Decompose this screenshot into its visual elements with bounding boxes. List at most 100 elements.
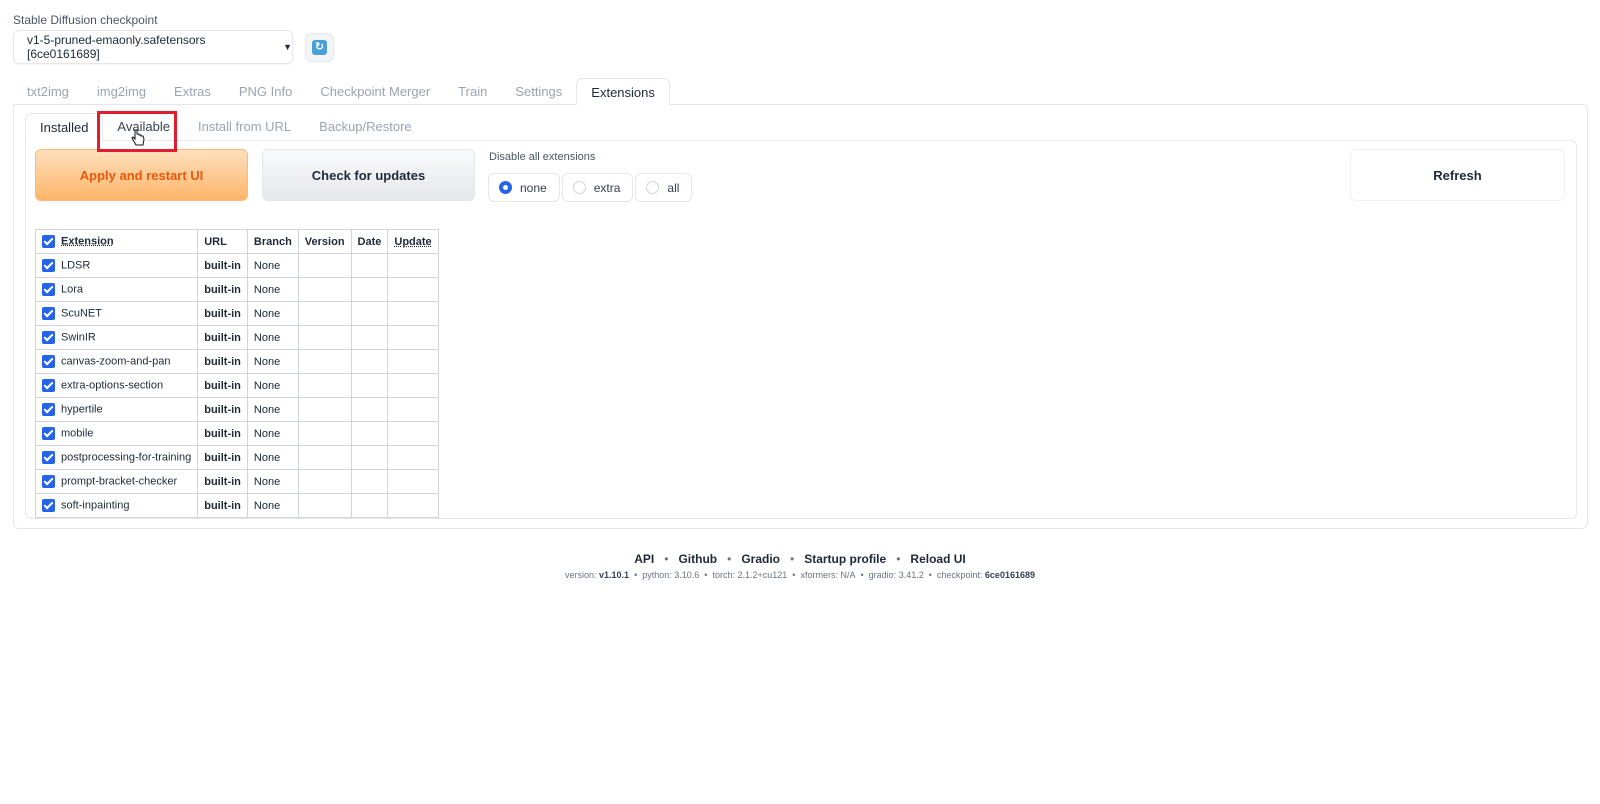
footer-separator: •	[664, 552, 669, 566]
footer-link-startup-profile[interactable]: Startup profile	[804, 552, 886, 566]
table-body: LDSR built-in None Lora built-in None ScuNET bu…	[34, 253, 439, 518]
footer-separator: •	[896, 552, 901, 566]
version-value: 6ce0161689	[984, 570, 1035, 580]
apply-restart-button[interactable]: Apply and restart UI	[35, 149, 248, 201]
extension-checkbox[interactable]	[42, 499, 55, 512]
date-cell	[350, 277, 389, 302]
extension-checkbox[interactable]	[42, 451, 55, 464]
header-label: Extension	[61, 235, 114, 248]
checkpoint-dropdown[interactable]: v1-5-pruned-emaonly.safetensors [6ce0161…	[13, 30, 293, 64]
version-cell	[297, 469, 352, 494]
tab-settings[interactable]: Settings	[501, 78, 576, 105]
extension-checkbox[interactable]	[42, 355, 55, 368]
table-row: LDSR built-in None	[34, 253, 439, 278]
url-cell: built-in	[197, 277, 248, 302]
table-row: prompt-bracket-checker built-in None	[34, 469, 439, 494]
extension-checkbox[interactable]	[42, 283, 55, 296]
tab-png-info[interactable]: PNG Info	[225, 78, 306, 105]
check-updates-button[interactable]: Check for updates	[262, 149, 475, 201]
extension-checkbox[interactable]	[42, 307, 55, 320]
url-cell: built-in	[197, 349, 248, 374]
extension-name: postprocessing-for-training	[61, 451, 192, 464]
extension-name: hypertile	[61, 403, 103, 416]
url-cell: built-in	[197, 469, 248, 494]
url-cell: built-in	[197, 445, 248, 470]
footer-link-api[interactable]: API	[634, 552, 654, 566]
extension-checkbox[interactable]	[42, 403, 55, 416]
refresh-checkpoint-button[interactable]: ↻	[305, 33, 334, 62]
tab-extensions[interactable]: Extensions	[576, 78, 670, 105]
version-cell	[297, 493, 352, 518]
extension-cell: mobile	[34, 421, 199, 446]
tab-img2img[interactable]: img2img	[83, 78, 160, 105]
select-all-checkbox[interactable]	[42, 235, 55, 248]
version-cell	[297, 421, 352, 446]
tab-train[interactable]: Train	[444, 78, 501, 105]
extensions-table: Extension URL Branch Version Date Update LDSR…	[34, 229, 439, 518]
url-cell: built-in	[197, 301, 248, 326]
table-row: hypertile built-in None	[34, 397, 439, 422]
radio-dot-icon	[572, 181, 586, 194]
footer-links: API • Github • Gradio • Startup profile • Reload…	[0, 552, 1600, 566]
extension-name: soft-inpainting	[61, 499, 130, 512]
version-label: python:	[642, 570, 672, 580]
update-cell	[387, 397, 439, 422]
header-version: Version	[297, 229, 352, 254]
version-label: version:	[565, 570, 597, 580]
version-cell	[297, 373, 352, 398]
extension-checkbox[interactable]	[42, 475, 55, 488]
version-value: v1.10.1	[599, 570, 630, 580]
footer-separator: •	[792, 570, 796, 580]
radio-all[interactable]: all	[635, 173, 693, 202]
footer-separator: •	[928, 570, 932, 580]
radio-none[interactable]: none	[488, 173, 560, 202]
refresh-button[interactable]: Refresh	[1350, 149, 1565, 201]
header-date: Date	[350, 229, 389, 254]
version-cell	[297, 349, 352, 374]
radio-extra[interactable]: extra	[561, 173, 634, 202]
branch-cell: None	[246, 445, 299, 470]
date-cell	[350, 421, 389, 446]
footer-link-reload-ui[interactable]: Reload UI	[910, 552, 965, 566]
subtab-installed[interactable]: Installed	[25, 113, 104, 142]
version-cell	[297, 277, 352, 302]
extension-checkbox[interactable]	[42, 259, 55, 272]
tab-extras[interactable]: Extras	[160, 78, 225, 105]
header-extension[interactable]: Extension	[34, 229, 199, 254]
tab-checkpoint-merger[interactable]: Checkpoint Merger	[306, 78, 444, 105]
disable-extensions-radio-group: none extra all	[488, 173, 693, 202]
footer-link-gradio[interactable]: Gradio	[741, 552, 780, 566]
table-row: extra-options-section built-in None	[34, 373, 439, 398]
update-cell	[387, 301, 439, 326]
extension-cell: extra-options-section	[34, 373, 199, 398]
caret-down-icon: ▼	[283, 42, 292, 52]
header-update[interactable]: Update	[387, 229, 439, 254]
url-cell: built-in	[197, 325, 248, 350]
tab-txt2img[interactable]: txt2img	[13, 78, 83, 105]
branch-cell: None	[246, 277, 299, 302]
subtab-backup-restore[interactable]: Backup/Restore	[305, 113, 426, 142]
date-cell	[350, 301, 389, 326]
version-cell	[297, 325, 352, 350]
update-cell	[387, 277, 439, 302]
extension-name: ScuNET	[61, 307, 102, 320]
version-cell	[297, 253, 352, 278]
extension-checkbox[interactable]	[42, 427, 55, 440]
extension-checkbox[interactable]	[42, 379, 55, 392]
extension-name: LDSR	[61, 259, 91, 272]
version-cell	[297, 445, 352, 470]
extension-cell: hypertile	[34, 397, 199, 422]
header-label: Date	[357, 235, 382, 248]
header-url: URL	[197, 229, 248, 254]
extension-checkbox[interactable]	[42, 331, 55, 344]
radio-dot-icon	[499, 181, 512, 194]
footer-link-github[interactable]: Github	[678, 552, 717, 566]
radio-dot-icon	[646, 181, 660, 194]
branch-cell: None	[246, 301, 299, 326]
extension-name: SwinIR	[61, 331, 96, 344]
url-cell: built-in	[197, 373, 248, 398]
url-cell: built-in	[197, 421, 248, 446]
update-cell	[387, 421, 439, 446]
subtab-install-from-url[interactable]: Install from URL	[184, 113, 305, 142]
url-cell: built-in	[197, 493, 248, 518]
